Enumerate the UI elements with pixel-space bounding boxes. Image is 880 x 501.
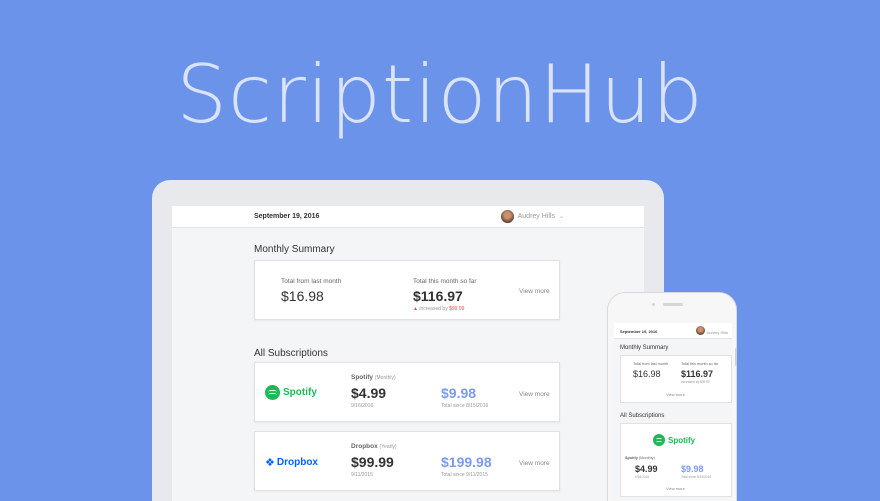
last-month-label: Total from last month — [281, 278, 342, 285]
spotify-logo: Spotify — [653, 434, 695, 446]
mobile-this-month-value: $116.97 — [681, 369, 714, 379]
mobile-last-month-value: $16.98 — [633, 369, 661, 379]
spotify-view-more-link[interactable]: View more — [519, 391, 550, 398]
speaker-grille — [663, 303, 683, 306]
subscription-card-spotify[interactable]: Spotify Spotify (Monthly) $4.99 9/16/201… — [254, 362, 560, 422]
mobile-header-date: September 19, 2016 — [620, 329, 658, 334]
subscription-card-dropbox[interactable]: ❖ Dropbox Dropbox (Yearly) $99.99 9/11/2… — [254, 431, 560, 491]
this-month-value: $116.97 — [413, 288, 463, 304]
tablet-screen: September 19, 2016 Audrey Hills ⌄ Monthl… — [172, 206, 644, 501]
increase-note: ▲ increased by $99.99 — [413, 306, 464, 312]
subscription-date: 9/16/2016 — [351, 403, 374, 409]
avatar — [695, 326, 705, 335]
brand-title: ScriptionHub — [176, 48, 704, 141]
mobile-subscription-date: 9/16/2016 — [635, 475, 650, 479]
mobile-subscriptions-title: All Subscriptions — [620, 413, 665, 419]
dropbox-view-more-link[interactable]: View more — [519, 460, 550, 467]
subscription-total: $9.98 — [441, 385, 477, 401]
monthly-summary-card: Total from last month $16.98 Total this … — [254, 260, 560, 320]
mobile-subscription-name: Spotify (Monthly) — [625, 456, 655, 460]
subscription-price: $99.99 — [351, 454, 394, 470]
last-month-value: $16.98 — [281, 288, 324, 304]
subscription-total-label: Total since 9/11/2015 — [441, 472, 488, 478]
spotify-icon — [653, 434, 665, 446]
subscription-date: 9/11/2015 — [351, 472, 373, 478]
chevron-down-icon: ⌄ — [558, 214, 564, 220]
increase-prefix: increased by — [419, 306, 448, 312]
mobile-summary-title: Monthly Summary — [620, 345, 669, 351]
app-header: September 19, 2016 Audrey Hills ⌄ — [172, 206, 644, 228]
mobile-subscription-total: $9.98 — [681, 464, 704, 474]
mobile-increase-note: increased by $99.99 — [681, 380, 710, 384]
user-menu[interactable]: Audrey Hills ⌄ — [500, 210, 564, 223]
spotify-icon — [265, 385, 280, 400]
dropbox-icon: ❖ — [265, 457, 275, 469]
subscription-name: Dropbox (Yearly) — [351, 443, 397, 450]
camera-icon — [652, 303, 655, 306]
spotify-logo: Spotify — [265, 385, 317, 400]
mobile-user-menu[interactable]: Audrey Hills — [695, 326, 728, 335]
arrow-up-icon: ▲ — [413, 306, 418, 312]
user-name: Audrey Hills — [517, 213, 555, 220]
all-subscriptions-title: All Subscriptions — [254, 348, 328, 359]
monthly-summary-title: Monthly Summary — [254, 244, 335, 255]
header-date: September 19, 2016 — [254, 213, 320, 220]
phone-device: September 19, 2016 Audrey Hills Monthly … — [607, 292, 737, 501]
mobile-last-month-label: Total from last month — [633, 362, 669, 366]
subscription-price: $4.99 — [351, 385, 387, 401]
mobile-summary-view-more-link[interactable]: View more — [666, 392, 685, 397]
mobile-subscription-total-label: Total since 8/15/2016 — [681, 475, 712, 479]
mobile-subscription-card[interactable]: Spotify Spotify (Monthly) $4.99 9/16/201… — [620, 423, 732, 497]
mobile-subscription-view-more-link[interactable]: View more — [666, 486, 685, 491]
tablet-device: September 19, 2016 Audrey Hills ⌄ Monthl… — [152, 180, 664, 501]
phone-screen: September 19, 2016 Audrey Hills Monthly … — [614, 323, 732, 501]
subscription-total-label: Total since 8/15/2016 — [441, 403, 489, 409]
mobile-this-month-label: Total this month so far — [681, 362, 719, 366]
mobile-subscription-price: $4.99 — [635, 464, 658, 474]
mobile-header: September 19, 2016 Audrey Hills — [614, 323, 732, 339]
dropbox-logo: ❖ Dropbox — [265, 457, 318, 469]
mobile-summary-card: Total from last month $16.98 Total this … — [620, 355, 732, 403]
avatar — [500, 210, 514, 223]
increase-value: $99.99 — [449, 306, 465, 312]
mobile-user-name: Audrey Hills — [706, 330, 728, 335]
phone-side-button — [735, 348, 737, 366]
this-month-label: Total this month so far — [413, 278, 477, 285]
subscription-total: $199.98 — [441, 454, 492, 470]
summary-view-more-link[interactable]: View more — [519, 288, 550, 295]
subscription-name: Spotify (Monthly) — [351, 374, 396, 381]
